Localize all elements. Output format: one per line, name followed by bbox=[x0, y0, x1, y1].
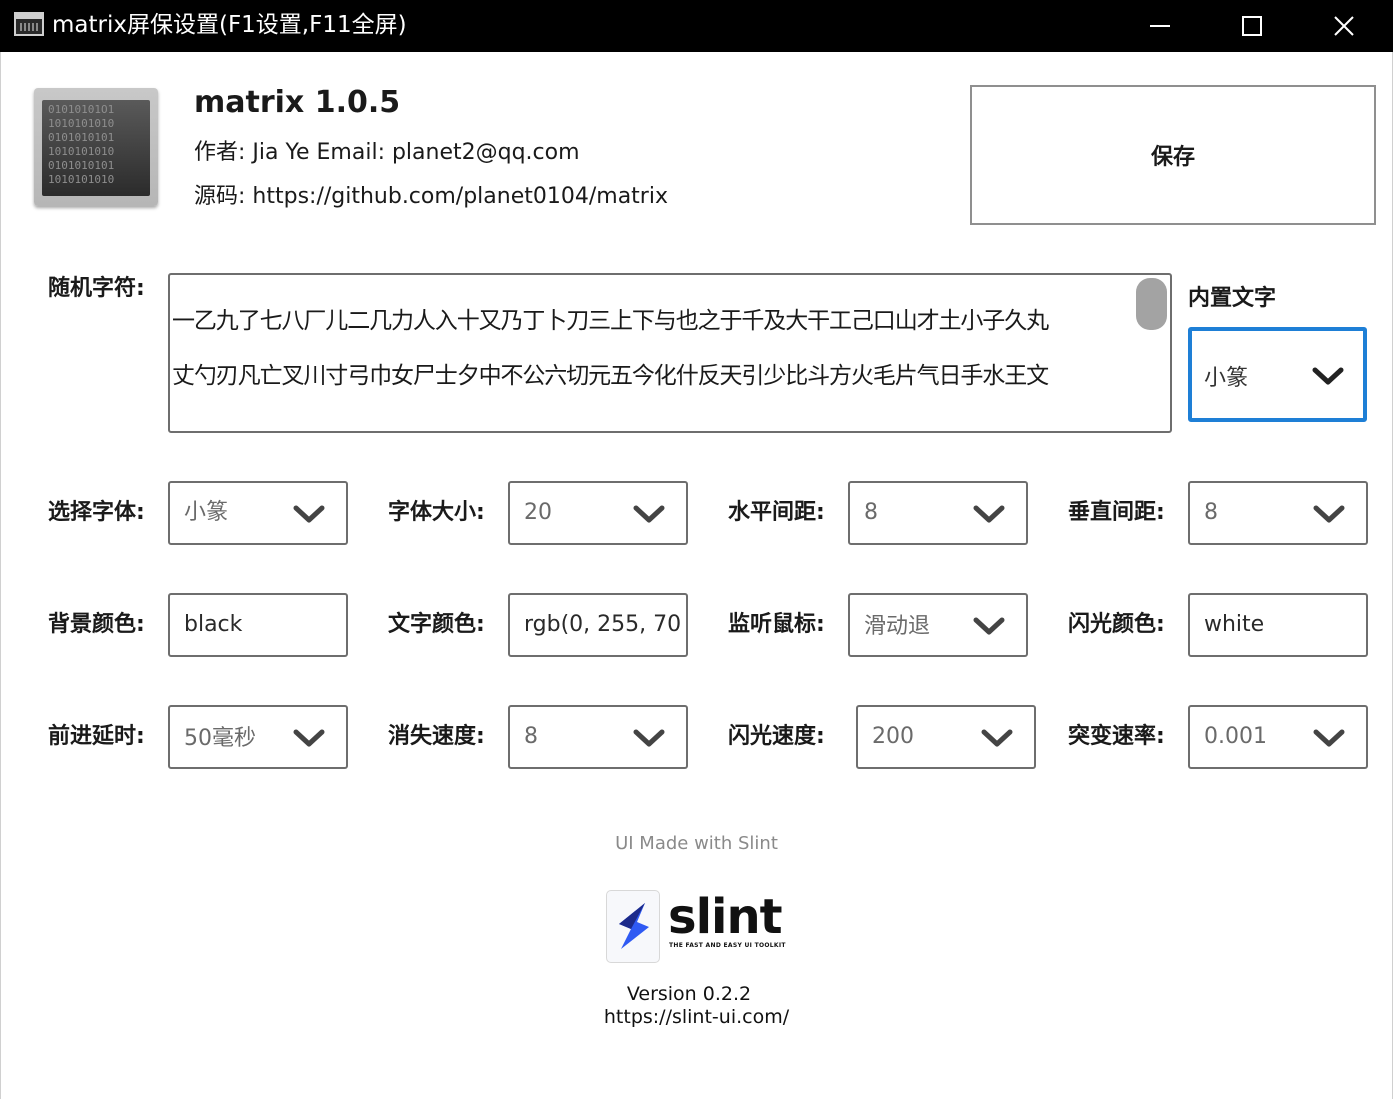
chevron-down-icon bbox=[633, 729, 665, 747]
horizontal-spacing-label: 水平间距: bbox=[728, 500, 825, 525]
mutation-rate-value: 0.001 bbox=[1204, 724, 1267, 749]
font-label: 选择字体: bbox=[48, 500, 145, 525]
flash-speed-select[interactable]: 200 bbox=[856, 705, 1036, 769]
app-name: matrix 1.0.5 bbox=[194, 85, 401, 120]
mouse-listen-label: 监听鼠标: bbox=[728, 612, 825, 637]
slint-bolt-icon bbox=[619, 903, 649, 949]
builtin-text-title: 内置文字 bbox=[1188, 286, 1277, 311]
font-size-value: 20 bbox=[524, 500, 552, 525]
background-color-value: black bbox=[184, 612, 243, 637]
slint-logo-icon bbox=[606, 890, 660, 963]
app-window-icon bbox=[14, 12, 44, 36]
background-color-input[interactable]: black bbox=[168, 593, 348, 657]
flash-color-value: white bbox=[1204, 612, 1265, 637]
font-size-label: 字体大小: bbox=[388, 500, 485, 525]
advance-delay-value: 50毫秒 bbox=[184, 726, 256, 751]
logo-screen: 01010101O1 1010101010 0101010101 1010101… bbox=[42, 100, 150, 196]
logo-binary-pattern: 01010101O1 1010101010 0101010101 1010101… bbox=[48, 103, 115, 186]
mouse-listen-value: 滑动退 bbox=[864, 614, 931, 639]
close-icon bbox=[1334, 16, 1354, 36]
flash-speed-label: 闪光速度: bbox=[728, 724, 825, 749]
textarea-line-2: 丈勺刃凡亡叉川寸弓巾女尸士夕中不公六切元五今化什反天引少比斗方火毛片气日手水王文 bbox=[172, 363, 1049, 389]
mouse-listen-select[interactable]: 滑动退 bbox=[848, 593, 1028, 657]
vertical-spacing-value: 8 bbox=[1204, 500, 1218, 525]
slint-tagline: THE FAST AND EASY UI TOOLKIT bbox=[669, 942, 786, 949]
slint-website-link[interactable]: https://slint-ui.com/ bbox=[0, 1005, 1393, 1029]
minimize-button[interactable] bbox=[1114, 0, 1206, 52]
fade-speed-label: 消失速度: bbox=[388, 724, 485, 749]
random-chars-label: 随机字符: bbox=[48, 276, 145, 301]
chevron-down-icon bbox=[981, 729, 1013, 747]
text-color-label: 文字颜色: bbox=[388, 612, 485, 637]
builtin-text-select[interactable]: 小篆 bbox=[1188, 327, 1367, 422]
author-line: 作者: Jia Ye Email: planet2@qq.com bbox=[194, 140, 580, 165]
slint-wordmark: slint bbox=[668, 889, 783, 945]
horizontal-spacing-value: 8 bbox=[864, 500, 878, 525]
mutation-rate-label: 突变速率: bbox=[1068, 724, 1165, 749]
advance-delay-select[interactable]: 50毫秒 bbox=[168, 705, 348, 769]
textarea-scrollbar-thumb[interactable] bbox=[1136, 278, 1167, 330]
chevron-down-icon bbox=[633, 505, 665, 523]
fade-speed-value: 8 bbox=[524, 724, 538, 749]
made-with-slint-text: UI Made with Slint bbox=[615, 833, 778, 854]
advance-delay-label: 前进延时: bbox=[48, 724, 145, 749]
chevron-down-icon bbox=[1312, 367, 1344, 385]
random-chars-textarea[interactable]: 一乙九了七八厂儿二几力人入十又乃丁卜刀三上下与也之于千及大干工己口山才土小子久丸… bbox=[168, 273, 1172, 433]
chevron-down-icon bbox=[1313, 729, 1345, 747]
flash-speed-value: 200 bbox=[872, 724, 914, 749]
flash-color-input[interactable]: white bbox=[1188, 593, 1368, 657]
font-value: 小篆 bbox=[184, 500, 229, 525]
text-color-value: rgb(0, 255, 70 bbox=[524, 612, 682, 637]
flash-color-label: 闪光颜色: bbox=[1068, 612, 1165, 637]
horizontal-spacing-select[interactable]: 8 bbox=[848, 481, 1028, 545]
save-button-label: 保存 bbox=[1150, 145, 1195, 170]
text-color-input[interactable]: rgb(0, 255, 70 bbox=[508, 593, 688, 657]
chevron-down-icon bbox=[1313, 505, 1345, 523]
chevron-down-icon bbox=[293, 729, 325, 747]
title-bar: matrix屏保设置(F1设置,F11全屏) bbox=[0, 0, 1393, 52]
chevron-down-icon bbox=[293, 505, 325, 523]
chevron-down-icon bbox=[973, 617, 1005, 635]
textarea-line-1: 一乙九了七八厂儿二几力人入十又乃丁卜刀三上下与也之于千及大干工己口山才土小子久丸 bbox=[172, 308, 1049, 334]
font-select[interactable]: 小篆 bbox=[168, 481, 348, 545]
fade-speed-select[interactable]: 8 bbox=[508, 705, 688, 769]
app-logo: 01010101O1 1010101010 0101010101 1010101… bbox=[34, 88, 158, 206]
maximize-button[interactable] bbox=[1206, 0, 1298, 52]
builtin-text-value: 小篆 bbox=[1204, 366, 1249, 391]
minimize-icon bbox=[1150, 25, 1170, 27]
version-text: Version 0.2.2 bbox=[626, 983, 752, 1005]
maximize-icon bbox=[1242, 16, 1262, 36]
close-button[interactable] bbox=[1298, 0, 1390, 52]
mutation-rate-select[interactable]: 0.001 bbox=[1188, 705, 1368, 769]
window-title: matrix屏保设置(F1设置,F11全屏) bbox=[52, 12, 407, 38]
save-button[interactable]: 保存 bbox=[970, 85, 1376, 225]
vertical-spacing-select[interactable]: 8 bbox=[1188, 481, 1368, 545]
font-size-select[interactable]: 20 bbox=[508, 481, 688, 545]
source-line: 源码: https://github.com/planet0104/matrix bbox=[194, 184, 668, 209]
vertical-spacing-label: 垂直间距: bbox=[1068, 500, 1165, 525]
background-color-label: 背景颜色: bbox=[48, 612, 145, 637]
chevron-down-icon bbox=[973, 505, 1005, 523]
